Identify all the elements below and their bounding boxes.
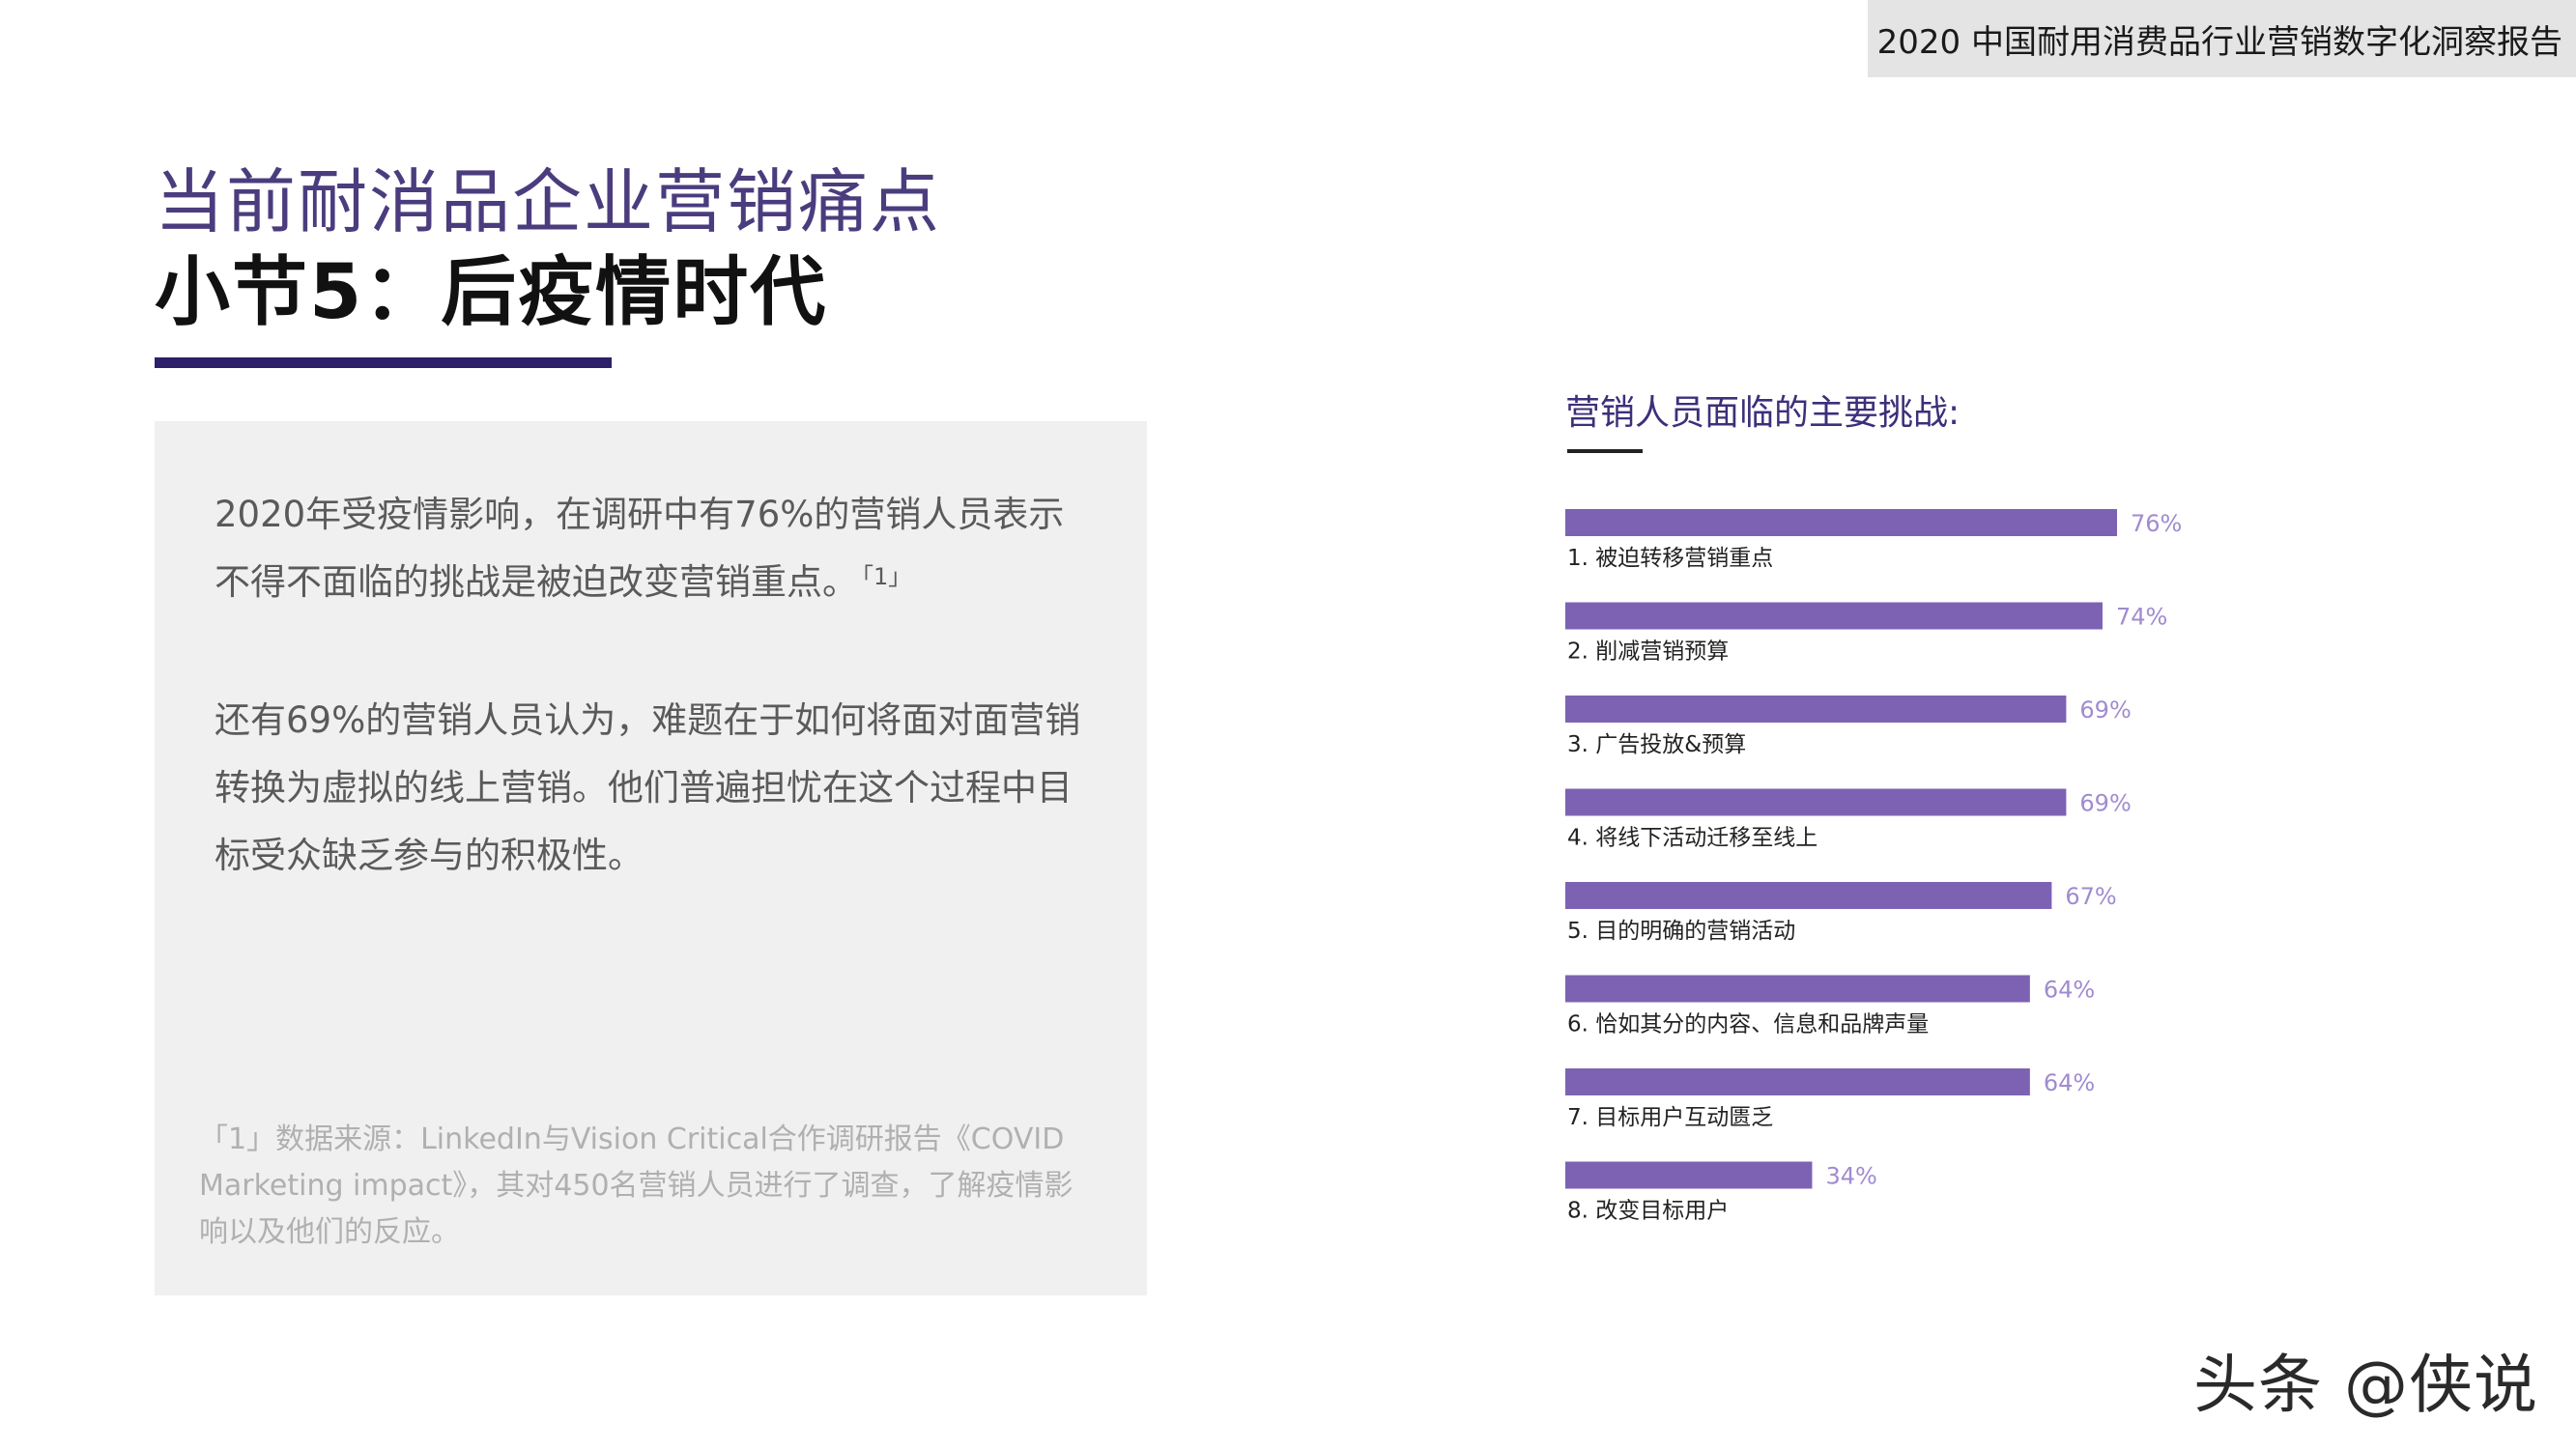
- paragraph-1-text: 2020年受疫情影响，在调研中有76%的营销人员表示不得不面临的挑战是被迫改变营…: [215, 494, 1065, 603]
- bar-value-label-1: 76%: [2131, 510, 2182, 537]
- bar-value-label-7: 64%: [2044, 1069, 2095, 1096]
- paragraph-1: 2020年受疫情影响，在调研中有76%的营销人员表示不得不面临的挑战是被迫改变营…: [215, 481, 1084, 616]
- bar-3: [1565, 696, 2067, 723]
- bar-1: [1565, 509, 2117, 536]
- footnote: 「1」数据来源：LinkedIn与Vision Critical合作调研报告《C…: [199, 1122, 1073, 1249]
- text-panel: 2020年受疫情影响，在调研中有76%的营销人员表示不得不面临的挑战是被迫改变营…: [155, 421, 1147, 1295]
- bar-value-label-6: 64%: [2044, 977, 2095, 1004]
- watermark: 头条 @侠说: [2193, 1348, 2538, 1422]
- category-label-4: 4. 将线下活动迁移至线上: [1567, 826, 1818, 851]
- chart-title: 营销人员面临的主要挑战:: [1565, 393, 1961, 433]
- bar-6: [1565, 975, 2030, 1003]
- category-label-8: 8. 改变目标用户: [1567, 1199, 1729, 1224]
- bar-value-label-4: 69%: [2079, 790, 2131, 817]
- paragraph-2: 还有69%的营销人员认为，难题在于如何将面对面营销转换为虚拟的线上营销。他们普遍…: [215, 699, 1081, 876]
- category-label-1: 1. 被迫转移营销重点: [1567, 546, 1773, 571]
- bar-value-label-3: 69%: [2079, 696, 2131, 724]
- bar-8: [1565, 1161, 1813, 1189]
- category-label-6: 6. 恰如其分的内容、信息和品牌声量: [1567, 1012, 1929, 1037]
- bar-7: [1565, 1068, 2030, 1095]
- category-label-2: 2. 削减营销预算: [1567, 639, 1729, 665]
- report-title: 2020 中国耐用消费品行业营销数字化洞察报告: [1876, 22, 2562, 62]
- challenges-bar-chart: 76% 1. 被迫转移营销重点 74% 2. 削减营销预算 69% 3. 广告投放&预算 6…: [1565, 509, 2182, 1224]
- title-underline: [155, 357, 612, 368]
- bar-value-label-8: 34%: [1825, 1163, 1876, 1190]
- bar-4: [1565, 788, 2067, 816]
- bar-value-label-5: 67%: [2065, 883, 2116, 910]
- bar-5: [1565, 882, 2052, 909]
- category-label-7: 7. 目标用户互动匮乏: [1567, 1105, 1773, 1130]
- chart-title-underline: [1567, 449, 1643, 453]
- bar-2: [1565, 602, 2103, 630]
- category-label-5: 5. 目的明确的营销活动: [1567, 919, 1795, 944]
- report-title-tag: 2020 中国耐用消费品行业营销数字化洞察报告: [1868, 0, 2576, 77]
- footnote-ref: 「1」: [862, 563, 912, 590]
- bar-value-label-2: 74%: [2116, 604, 2167, 631]
- page-subtitle: 小节5：后疫情时代: [155, 249, 828, 336]
- category-label-3: 3. 广告投放&预算: [1567, 732, 1746, 757]
